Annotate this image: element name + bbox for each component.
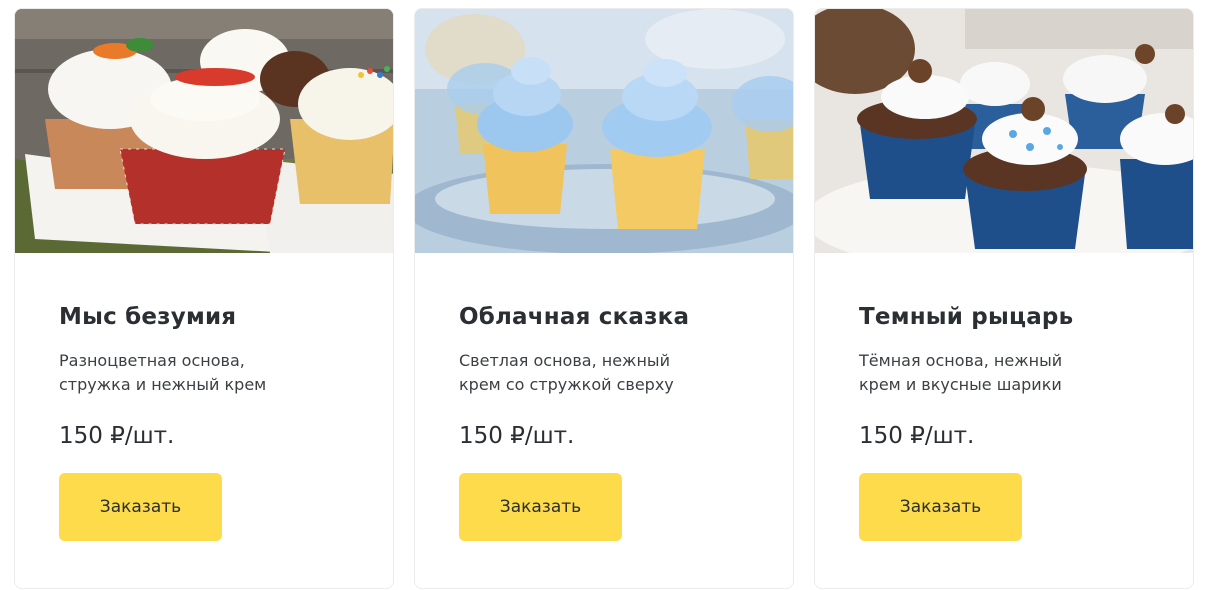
product-description-line: крем и вкусные шарики (859, 375, 1062, 394)
product-description-line: стружка и нежный крем (59, 375, 267, 394)
product-grid: Мыс безумия Разноцветная основа, стружка… (0, 0, 1212, 590)
product-card: Облачная сказка Светлая основа, нежный к… (414, 8, 794, 589)
product-description: Тёмная основа, нежный крем и вкусные шар… (859, 349, 1099, 397)
order-button[interactable]: Заказать (459, 473, 622, 541)
product-description: Светлая основа, нежный крем со стружкой … (459, 349, 699, 397)
product-photo-chocolate-cupcakes (815, 9, 1193, 253)
product-description-line: Разноцветная основа, (59, 351, 245, 370)
order-button[interactable]: Заказать (859, 473, 1022, 541)
product-price: 150 ₽/шт. (459, 423, 575, 449)
product-card: Мыс безумия Разноцветная основа, стружка… (14, 8, 394, 589)
product-description: Разноцветная основа, стружка и нежный кр… (59, 349, 299, 397)
product-title: Темный рыцарь (859, 304, 1074, 330)
order-button[interactable]: Заказать (59, 473, 222, 541)
product-price: 150 ₽/шт. (859, 423, 975, 449)
product-description-line: Тёмная основа, нежный (859, 351, 1063, 370)
product-description-line: крем со стружкой сверху (459, 375, 674, 394)
product-photo-blue-cream-cupcakes (415, 9, 793, 253)
product-photo-colorful-cupcakes (15, 9, 393, 253)
product-description-line: Светлая основа, нежный (459, 351, 670, 370)
product-title: Облачная сказка (459, 304, 690, 330)
product-title: Мыс безумия (59, 304, 237, 330)
product-price: 150 ₽/шт. (59, 423, 175, 449)
product-card: Темный рыцарь Тёмная основа, нежный крем… (814, 8, 1194, 589)
